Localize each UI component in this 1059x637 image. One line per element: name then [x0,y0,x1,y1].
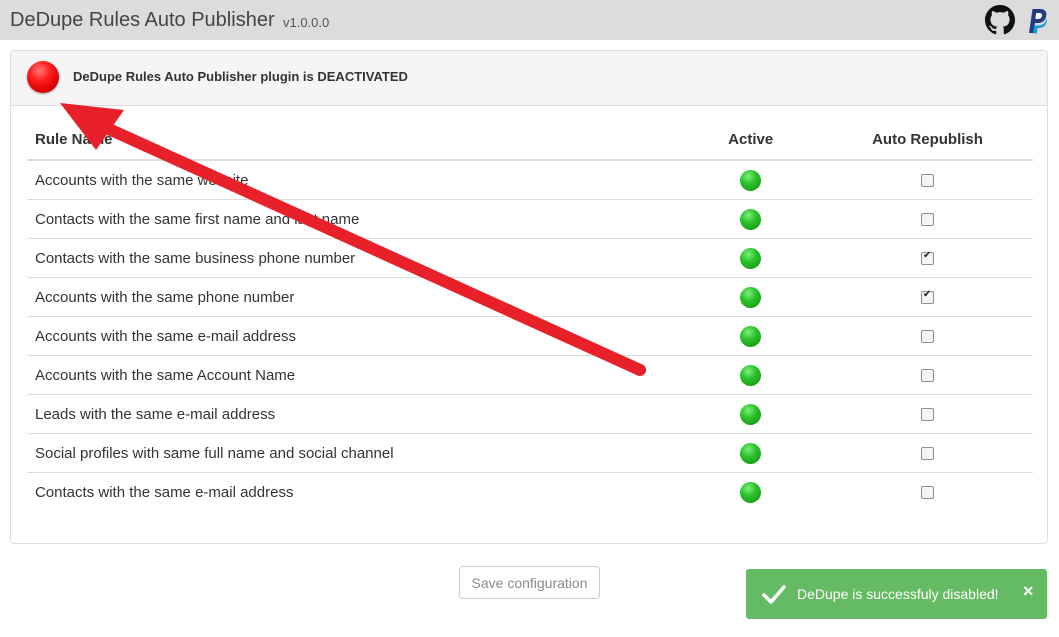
auto-republish-checkbox[interactable] [921,369,934,383]
rule-name: Accounts with the same e-mail address [27,316,680,356]
table-row: Accounts with the same e-mail address [27,316,1033,356]
app-title: DeDupe Rules Auto Publisher [10,9,275,31]
table-row: Contacts with the same first name and la… [27,199,1033,239]
auto-republish-checkbox[interactable] [921,250,934,266]
table-row: Contacts with the same business phone nu… [27,238,1033,278]
status-indicator-red [27,61,59,93]
active-indicator [740,325,762,347]
table-row: Accounts with the same phone number [27,277,1033,317]
active-indicator [740,442,762,464]
app-version: v1.0.0.0 [283,15,330,30]
save-configuration-button[interactable]: Save configuration [459,566,600,599]
table-row: Leads with the same e-mail address [27,394,1033,434]
header-active: Active [679,119,823,161]
auto-republish-checkbox[interactable] [921,447,934,461]
header-rule-name: Rule Name [27,119,680,161]
checkmark-icon [762,585,786,604]
success-toast: DeDupe is successfuly disabled! × [746,569,1047,619]
top-bar: DeDupe Rules Auto Publisher v1.0.0.0 [0,0,1059,40]
rules-table: Rule Name Active Auto Republish Accounts… [27,119,1033,511]
table-row: Accounts with the same Account Name [27,355,1033,395]
active-indicator [740,247,762,269]
rules-panel: DeDupe Rules Auto Publisher plugin is DE… [10,50,1048,544]
rule-name: Accounts with the same Account Name [27,355,680,395]
rule-name: Contacts with the same business phone nu… [27,238,680,278]
auto-republish-checkbox[interactable] [921,289,934,305]
plugin-status-bar: DeDupe Rules Auto Publisher plugin is DE… [11,51,1047,106]
paypal-icon[interactable] [1018,4,1050,36]
table-row: Social profiles with same full name and … [27,433,1033,473]
rule-name: Accounts with the same phone number [27,277,680,317]
active-indicator [740,403,762,425]
github-icon[interactable] [985,5,1015,35]
rule-name: Contacts with the same e-mail address [27,472,680,511]
active-indicator [740,169,762,191]
auto-republish-checkbox[interactable] [921,408,934,422]
header-auto-republish: Auto Republish [822,119,1033,161]
plugin-status-text: DeDupe Rules Auto Publisher plugin is DE… [73,69,408,84]
rule-name: Contacts with the same first name and la… [27,199,680,239]
table-row: Contacts with the same e-mail address [27,472,1033,511]
auto-republish-checkbox[interactable] [921,486,934,500]
auto-republish-checkbox[interactable] [921,213,934,227]
table-row: Accounts with the same website [27,160,1033,200]
auto-republish-checkbox[interactable] [921,330,934,344]
active-indicator [740,208,762,230]
active-indicator [740,364,762,386]
table-header-row: Rule Name Active Auto Republish [27,119,1033,161]
toast-message: DeDupe is successfuly disabled! [797,586,999,602]
rule-name: Social profiles with same full name and … [27,433,680,473]
rule-name: Accounts with the same website [35,171,249,189]
toast-close-button[interactable]: × [1023,581,1034,602]
auto-republish-checkbox[interactable] [921,174,934,188]
active-indicator [740,481,762,503]
rule-name: Leads with the same e-mail address [27,394,680,434]
active-indicator [740,286,762,308]
